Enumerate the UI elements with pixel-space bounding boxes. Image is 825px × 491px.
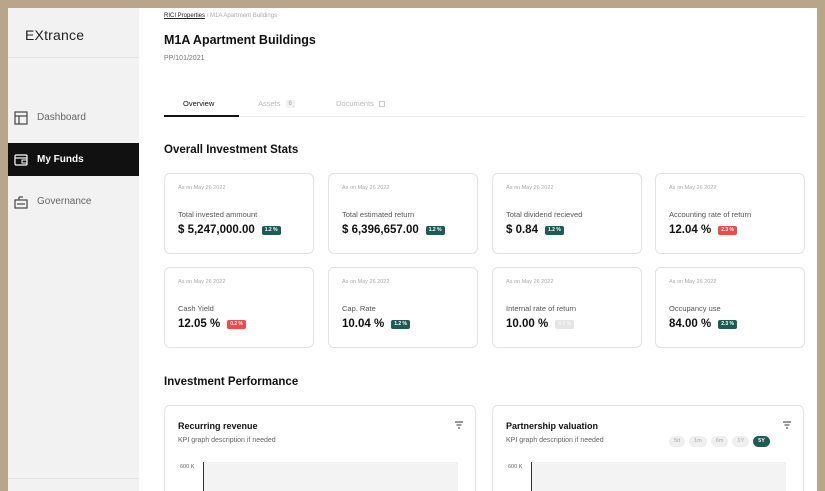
chart-plot-area bbox=[203, 462, 458, 491]
stat-value: 10.00 % bbox=[506, 318, 549, 330]
stat-value: $ 5,247,000.00 bbox=[178, 224, 255, 236]
stat-change-badge: 0.2 % bbox=[227, 319, 246, 329]
stat-date: As on May 26 2022 bbox=[178, 279, 226, 285]
active-tab-indicator bbox=[164, 115, 239, 117]
stat-card-cap-rate: As on May 26 2022 Cap. Rate 10.04 % 1.2 … bbox=[328, 267, 478, 348]
y-axis-top-label: 600 K bbox=[180, 464, 195, 470]
stat-change-badge: 2.3 % bbox=[718, 319, 737, 329]
tab-overview[interactable]: Overview bbox=[183, 99, 214, 108]
sidebar-item-label: Dashboard bbox=[37, 112, 86, 123]
range-button-1y[interactable]: 1Y bbox=[732, 436, 750, 447]
tab-bar: Overview Assets 6 Documents bbox=[164, 96, 805, 117]
range-button-5d[interactable]: 5d bbox=[669, 436, 686, 447]
range-button-5y[interactable]: 5Y bbox=[753, 436, 770, 447]
page-title: M1A Apartment Buildings bbox=[164, 33, 316, 47]
stat-value: $ 6,396,657.00 bbox=[342, 224, 419, 236]
stat-label: Occupancy use bbox=[669, 304, 721, 313]
tab-label: Documents bbox=[336, 99, 374, 108]
breadcrumb-parent-link[interactable]: RICI Properties bbox=[164, 13, 205, 19]
stat-card-occupancy: As on May 26 2022 Occupancy use 84.00 % … bbox=[655, 267, 805, 348]
tab-label: Assets bbox=[258, 99, 281, 108]
stat-change-badge: 1.2 % bbox=[544, 225, 564, 235]
sidebar-item-label: My Funds bbox=[37, 154, 84, 165]
stat-date: As on May 26 2022 bbox=[178, 185, 226, 191]
stat-change-badge: 1.2 % bbox=[391, 319, 410, 329]
card-title: Partnership valuation bbox=[506, 421, 599, 431]
time-range-selector: 5d 1m 6m 1Y 5Y bbox=[669, 436, 774, 447]
stat-date: As on May 26 2022 bbox=[506, 185, 554, 191]
tab-label: Overview bbox=[183, 99, 215, 108]
stat-change-badge: 0.0 % bbox=[555, 319, 574, 329]
stat-value: 84.00 % bbox=[669, 318, 712, 330]
sidebar-item-my-funds[interactable]: My Funds bbox=[8, 143, 139, 176]
main-content: RICI Properties / M1A Apartment Building… bbox=[139, 8, 817, 491]
sidebar-item-dashboard[interactable]: Dashboard bbox=[8, 101, 139, 134]
sidebar-item-governance[interactable]: Governance bbox=[8, 185, 139, 218]
stat-date: As on May 26 2022 bbox=[342, 185, 390, 191]
stats-section-title: Overall Investment Stats bbox=[164, 144, 299, 156]
recurring-revenue-card: Recurring revenue KPI graph description … bbox=[164, 405, 476, 491]
dashboard-icon bbox=[14, 110, 28, 125]
stat-card-internal-rate: As on May 26 2022 Internal rate of retur… bbox=[492, 267, 642, 348]
document-icon bbox=[378, 100, 385, 107]
stat-label: Total invested ammount bbox=[178, 210, 258, 219]
stat-label: Total dividend recieved bbox=[506, 210, 583, 219]
y-axis-top-label: 600 K bbox=[508, 464, 523, 470]
sidebar-item-label: Governance bbox=[37, 196, 92, 207]
breadcrumb: RICI Properties / M1A Apartment Building… bbox=[164, 13, 277, 19]
funds-icon bbox=[14, 153, 28, 167]
range-button-1m[interactable]: 1m bbox=[689, 436, 707, 447]
stat-card-accounting-rate: As on May 26 2022 Accounting rate of ret… bbox=[655, 173, 805, 254]
stat-value: 12.05 % bbox=[178, 318, 221, 330]
app-logo[interactable]: EXtrance bbox=[25, 27, 84, 43]
stat-value: 12.04 % bbox=[669, 224, 712, 236]
tab-documents[interactable]: Documents bbox=[336, 99, 385, 108]
sidebar-divider bbox=[8, 57, 139, 58]
chart-plot-area bbox=[531, 462, 786, 491]
stat-card-total-invested: As on May 26 2022 Total invested ammount… bbox=[164, 173, 314, 254]
stat-card-estimated-return: As on May 26 2022 Total estimated return… bbox=[328, 173, 478, 254]
sidebar-footer-divider bbox=[8, 478, 139, 479]
breadcrumb-separator: / bbox=[206, 13, 209, 19]
stat-value: 10.04 % bbox=[342, 318, 385, 330]
stat-label: Total estimated return bbox=[342, 210, 415, 219]
page-code: PP/101/2021 bbox=[164, 55, 205, 62]
range-button-6m[interactable]: 6m bbox=[710, 436, 729, 447]
filter-icon[interactable] bbox=[782, 420, 792, 430]
tab-count-badge: 6 bbox=[285, 99, 295, 108]
stat-label: Cash Yield bbox=[178, 304, 214, 313]
stat-date: As on May 26 2022 bbox=[669, 185, 717, 191]
breadcrumb-current: M1A Apartment Buildings bbox=[210, 13, 278, 19]
stat-label: Cap. Rate bbox=[342, 304, 376, 313]
card-title: Recurring revenue bbox=[178, 421, 258, 431]
stat-card-dividend-received: As on May 26 2022 Total dividend recieve… bbox=[492, 173, 642, 254]
sidebar: EXtrance Dashboard My Funds Governance bbox=[8, 8, 139, 491]
stat-label: Accounting rate of return bbox=[669, 210, 752, 219]
stat-change-badge: 2.3 % bbox=[718, 225, 737, 235]
stat-change-badge: 1.2 % bbox=[425, 225, 445, 235]
stat-date: As on May 26 2022 bbox=[506, 279, 554, 285]
filter-icon[interactable] bbox=[454, 420, 464, 430]
stat-card-cash-yield: As on May 26 2022 Cash Yield 12.05 % 0.2… bbox=[164, 267, 314, 348]
performance-section-title: Investment Performance bbox=[164, 376, 299, 388]
app-frame: EXtrance Dashboard My Funds Governance R… bbox=[8, 8, 817, 491]
partnership-valuation-card: Partnership valuation KPI graph descript… bbox=[492, 405, 804, 491]
governance-icon bbox=[14, 195, 28, 209]
stat-value: $ 0.84 bbox=[506, 224, 538, 236]
card-description: KPI graph description if needed bbox=[178, 437, 276, 444]
stat-date: As on May 26 2022 bbox=[342, 279, 390, 285]
card-description: KPI graph description if needed bbox=[506, 437, 604, 444]
tab-assets[interactable]: Assets 6 bbox=[258, 99, 295, 108]
stat-change-badge: 1.2 % bbox=[261, 225, 281, 235]
stat-label: Internal rate of return bbox=[506, 304, 577, 313]
stat-date: As on May 26 2022 bbox=[669, 279, 717, 285]
